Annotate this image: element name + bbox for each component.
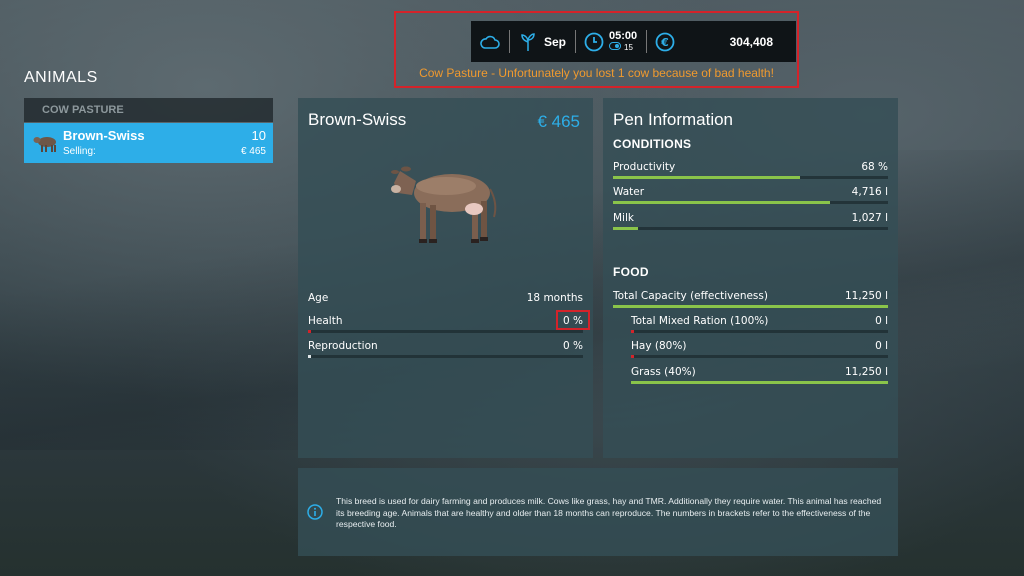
animal-name: Brown-Swiss bbox=[308, 110, 407, 129]
speed-icon bbox=[609, 41, 622, 53]
stat-reproduction-bar-fill bbox=[308, 355, 312, 358]
condition-productivity: Productivity 68 % bbox=[613, 161, 888, 185]
season-segment[interactable]: Sep bbox=[509, 21, 575, 62]
food-item-0-label: Total Mixed Ration (100%) bbox=[631, 315, 769, 327]
condition-milk-bar bbox=[613, 227, 888, 230]
stat-health-label: Health bbox=[308, 315, 343, 327]
group-header: COW PASTURE bbox=[24, 98, 273, 122]
food-item-2-bar-fill bbox=[631, 381, 888, 384]
time-segment[interactable]: 05:00 15 bbox=[575, 21, 646, 62]
selling-label: Selling: bbox=[63, 146, 96, 157]
info-icon bbox=[307, 504, 323, 520]
euro-icon: € bbox=[655, 32, 675, 52]
food-item-2-bar bbox=[631, 381, 888, 384]
food-item-2-label: Grass (40%) bbox=[631, 366, 696, 378]
condition-milk: Milk 1,027 l bbox=[613, 212, 888, 236]
time-label: 05:00 bbox=[609, 29, 638, 42]
food-item-0-value: 0 l bbox=[875, 315, 888, 327]
stat-health: Health 0 % bbox=[308, 315, 583, 339]
stat-age: Age 18 months bbox=[308, 292, 583, 316]
food-item-1-bar-fill bbox=[631, 355, 635, 358]
stat-age-value: 18 months bbox=[526, 292, 583, 304]
condition-milk-value: 1,027 l bbox=[851, 212, 888, 224]
animal-list-count: 10 bbox=[251, 128, 266, 143]
condition-productivity-bar bbox=[613, 176, 888, 179]
stat-reproduction-value: 0 % bbox=[563, 340, 583, 352]
selling-price: € 465 bbox=[240, 146, 266, 157]
condition-milk-bar-fill bbox=[613, 227, 638, 230]
food-item-1-value: 0 l bbox=[875, 340, 888, 352]
cow-icon bbox=[32, 131, 58, 155]
svg-text:€: € bbox=[660, 36, 669, 49]
info-panel: This breed is used for dairy farming and… bbox=[298, 468, 898, 556]
food-item-2: Grass (40%) 11,250 l bbox=[631, 366, 888, 390]
money-segment[interactable]: € 304,408 bbox=[646, 21, 796, 62]
sprout-icon bbox=[518, 32, 538, 52]
info-text: This breed is used for dairy farming and… bbox=[336, 496, 882, 529]
food-total-capacity-label: Total Capacity (effectiveness) bbox=[613, 290, 768, 302]
stat-reproduction-bar bbox=[308, 355, 583, 358]
food-item-1-label: Hay (80%) bbox=[631, 340, 687, 352]
weather-segment[interactable] bbox=[471, 21, 509, 62]
condition-water-bar bbox=[613, 201, 888, 204]
condition-productivity-value: 68 % bbox=[861, 161, 888, 173]
pen-info-panel: Pen Information CONDITIONS FOOD bbox=[603, 98, 898, 458]
condition-water-bar-fill bbox=[613, 201, 831, 204]
food-item-1-bar bbox=[631, 355, 888, 358]
food-total-capacity-bar-fill bbox=[613, 305, 888, 308]
stat-reproduction: Reproduction 0 % bbox=[308, 340, 583, 364]
food-item-0-bar-fill bbox=[631, 330, 635, 333]
food-total-capacity-bar bbox=[613, 305, 888, 308]
money-label: 304,408 bbox=[729, 34, 773, 49]
food-item-2-value: 11,250 l bbox=[845, 366, 888, 378]
condition-milk-label: Milk bbox=[613, 212, 634, 224]
clock-icon bbox=[584, 32, 604, 52]
hud-bar: Sep 05:00 15 € 304,408 bbox=[471, 21, 796, 62]
page-title: ANIMALS bbox=[24, 69, 98, 86]
animal-list-item[interactable]: Brown-Swiss 10 Selling: € 465 bbox=[24, 123, 273, 163]
notification-message: Cow Pasture - Unfortunately you lost 1 c… bbox=[419, 66, 774, 80]
animal-price: € 465 bbox=[537, 112, 580, 131]
stat-health-bar bbox=[308, 330, 583, 333]
food-item-0-bar bbox=[631, 330, 888, 333]
cow-image bbox=[386, 153, 506, 253]
month-label: Sep bbox=[544, 34, 567, 49]
pen-title: Pen Information bbox=[613, 110, 734, 129]
condition-water-value: 4,716 l bbox=[851, 186, 888, 198]
food-item-1: Hay (80%) 0 l bbox=[631, 340, 888, 364]
food-total-capacity: Total Capacity (effectiveness) 11,250 l bbox=[613, 290, 888, 314]
stat-health-bar-fill bbox=[308, 330, 312, 333]
cloud-icon bbox=[480, 32, 500, 52]
condition-productivity-label: Productivity bbox=[613, 161, 676, 173]
conditions-heading: CONDITIONS bbox=[613, 137, 692, 151]
food-item-0: Total Mixed Ration (100%) 0 l bbox=[631, 315, 888, 339]
condition-water: Water 4,716 l bbox=[613, 186, 888, 210]
animal-list-name: Brown-Swiss bbox=[63, 128, 145, 143]
speed-label: 15 bbox=[624, 42, 633, 52]
health-highlight bbox=[556, 310, 590, 330]
stat-reproduction-label: Reproduction bbox=[308, 340, 378, 352]
condition-productivity-bar-fill bbox=[613, 176, 800, 179]
stat-age-label: Age bbox=[308, 292, 329, 304]
food-total-capacity-value: 11,250 l bbox=[845, 290, 888, 302]
condition-water-label: Water bbox=[613, 186, 645, 198]
animal-details-panel: Brown-Swiss € 465 bbox=[298, 98, 593, 458]
food-heading: FOOD bbox=[613, 265, 649, 279]
